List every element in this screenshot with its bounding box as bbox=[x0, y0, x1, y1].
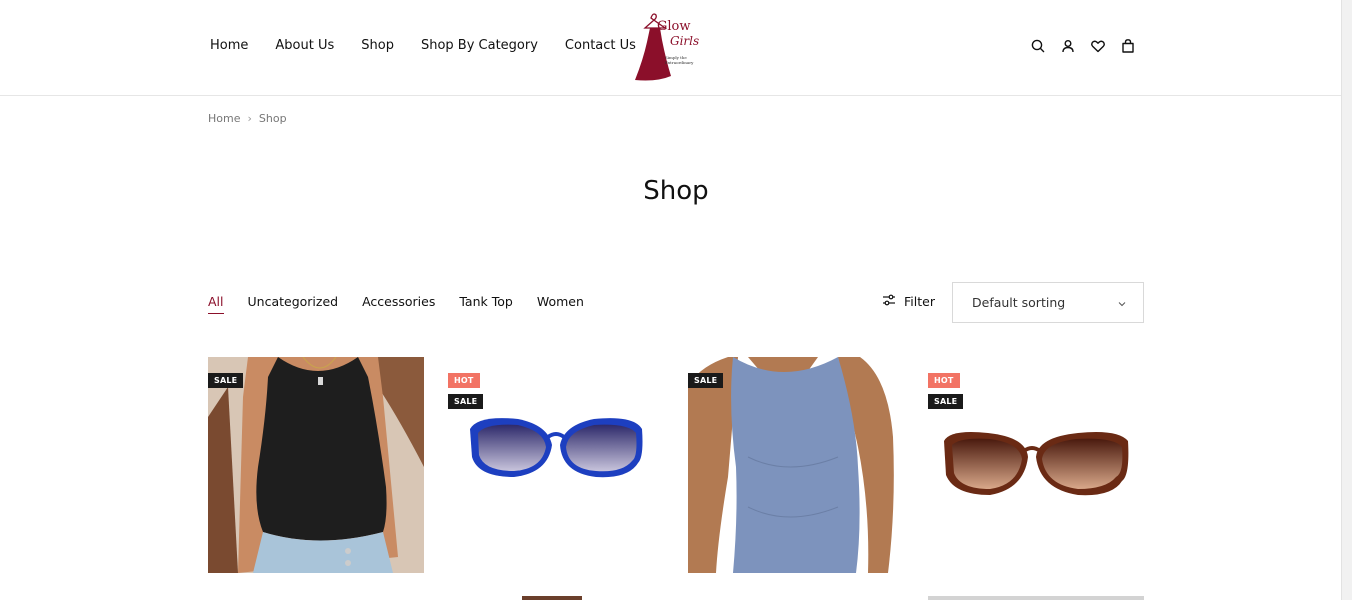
product-card-partial bbox=[928, 596, 1144, 600]
tab-tank-top[interactable]: Tank Top bbox=[459, 294, 512, 314]
product-image-grey-tank bbox=[688, 357, 904, 573]
main-nav: Home About Us Shop Shop By Category Cont… bbox=[210, 38, 663, 53]
logo-text-girls: Girls bbox=[670, 34, 700, 48]
category-tabs: All Uncategorized Accessories Tank Top W… bbox=[208, 294, 608, 314]
logo-tagline-2: Extraordinary bbox=[665, 60, 694, 65]
bag-icon[interactable] bbox=[1120, 38, 1136, 54]
nav-about-us[interactable]: About Us bbox=[275, 38, 334, 53]
tab-all[interactable]: All bbox=[208, 294, 224, 314]
filter-button[interactable]: Filter bbox=[882, 294, 935, 309]
search-icon[interactable] bbox=[1030, 38, 1046, 54]
product-card[interactable]: SALE bbox=[208, 357, 424, 573]
page-title: Shop bbox=[643, 176, 709, 206]
sorting-selected: Default sorting bbox=[972, 295, 1066, 310]
hot-badge: HOT bbox=[928, 373, 960, 388]
user-icon[interactable] bbox=[1060, 38, 1076, 54]
site-header: Home About Us Shop Shop By Category Cont… bbox=[0, 0, 1341, 96]
sale-badge: SALE bbox=[928, 394, 964, 409]
sorting-select[interactable]: Default sorting bbox=[952, 282, 1144, 323]
header-icons bbox=[1030, 38, 1136, 54]
sliders-icon bbox=[882, 294, 896, 309]
product-card[interactable]: HOT SALE bbox=[928, 357, 1144, 573]
filter-label: Filter bbox=[904, 294, 935, 309]
hot-badge: HOT bbox=[448, 373, 480, 388]
chevron-right-icon: › bbox=[247, 112, 252, 125]
tab-accessories[interactable]: Accessories bbox=[362, 294, 435, 314]
nav-contact-us[interactable]: Contact Us bbox=[565, 38, 636, 53]
tab-women[interactable]: Women bbox=[537, 294, 584, 314]
site-logo[interactable]: Glow Girls Simply the Extraordinary bbox=[631, 10, 703, 84]
sale-badge: SALE bbox=[448, 394, 484, 409]
heart-icon[interactable] bbox=[1090, 38, 1106, 54]
breadcrumb: Home › Shop bbox=[208, 112, 287, 125]
logo-text-glow: Glow bbox=[657, 19, 691, 34]
product-image-blue-sunglasses bbox=[470, 418, 643, 478]
nav-home[interactable]: Home bbox=[210, 38, 248, 53]
product-card-partial bbox=[522, 596, 582, 600]
tab-uncategorized[interactable]: Uncategorized bbox=[248, 294, 339, 314]
nav-shop[interactable]: Shop bbox=[361, 38, 394, 53]
breadcrumb-current: Shop bbox=[258, 112, 287, 125]
product-card[interactable]: HOT SALE bbox=[448, 357, 664, 573]
product-image-black-tank bbox=[208, 357, 424, 573]
sale-badge: SALE bbox=[688, 373, 724, 388]
sale-badge: SALE bbox=[208, 373, 244, 388]
product-card[interactable]: SALE bbox=[688, 357, 904, 573]
nav-shop-by-category[interactable]: Shop By Category bbox=[421, 38, 538, 53]
product-image-brown-sunglasses bbox=[944, 432, 1129, 496]
chevron-down-icon bbox=[1117, 297, 1127, 307]
page-scrollbar[interactable] bbox=[1341, 0, 1352, 600]
breadcrumb-home[interactable]: Home bbox=[208, 112, 240, 125]
